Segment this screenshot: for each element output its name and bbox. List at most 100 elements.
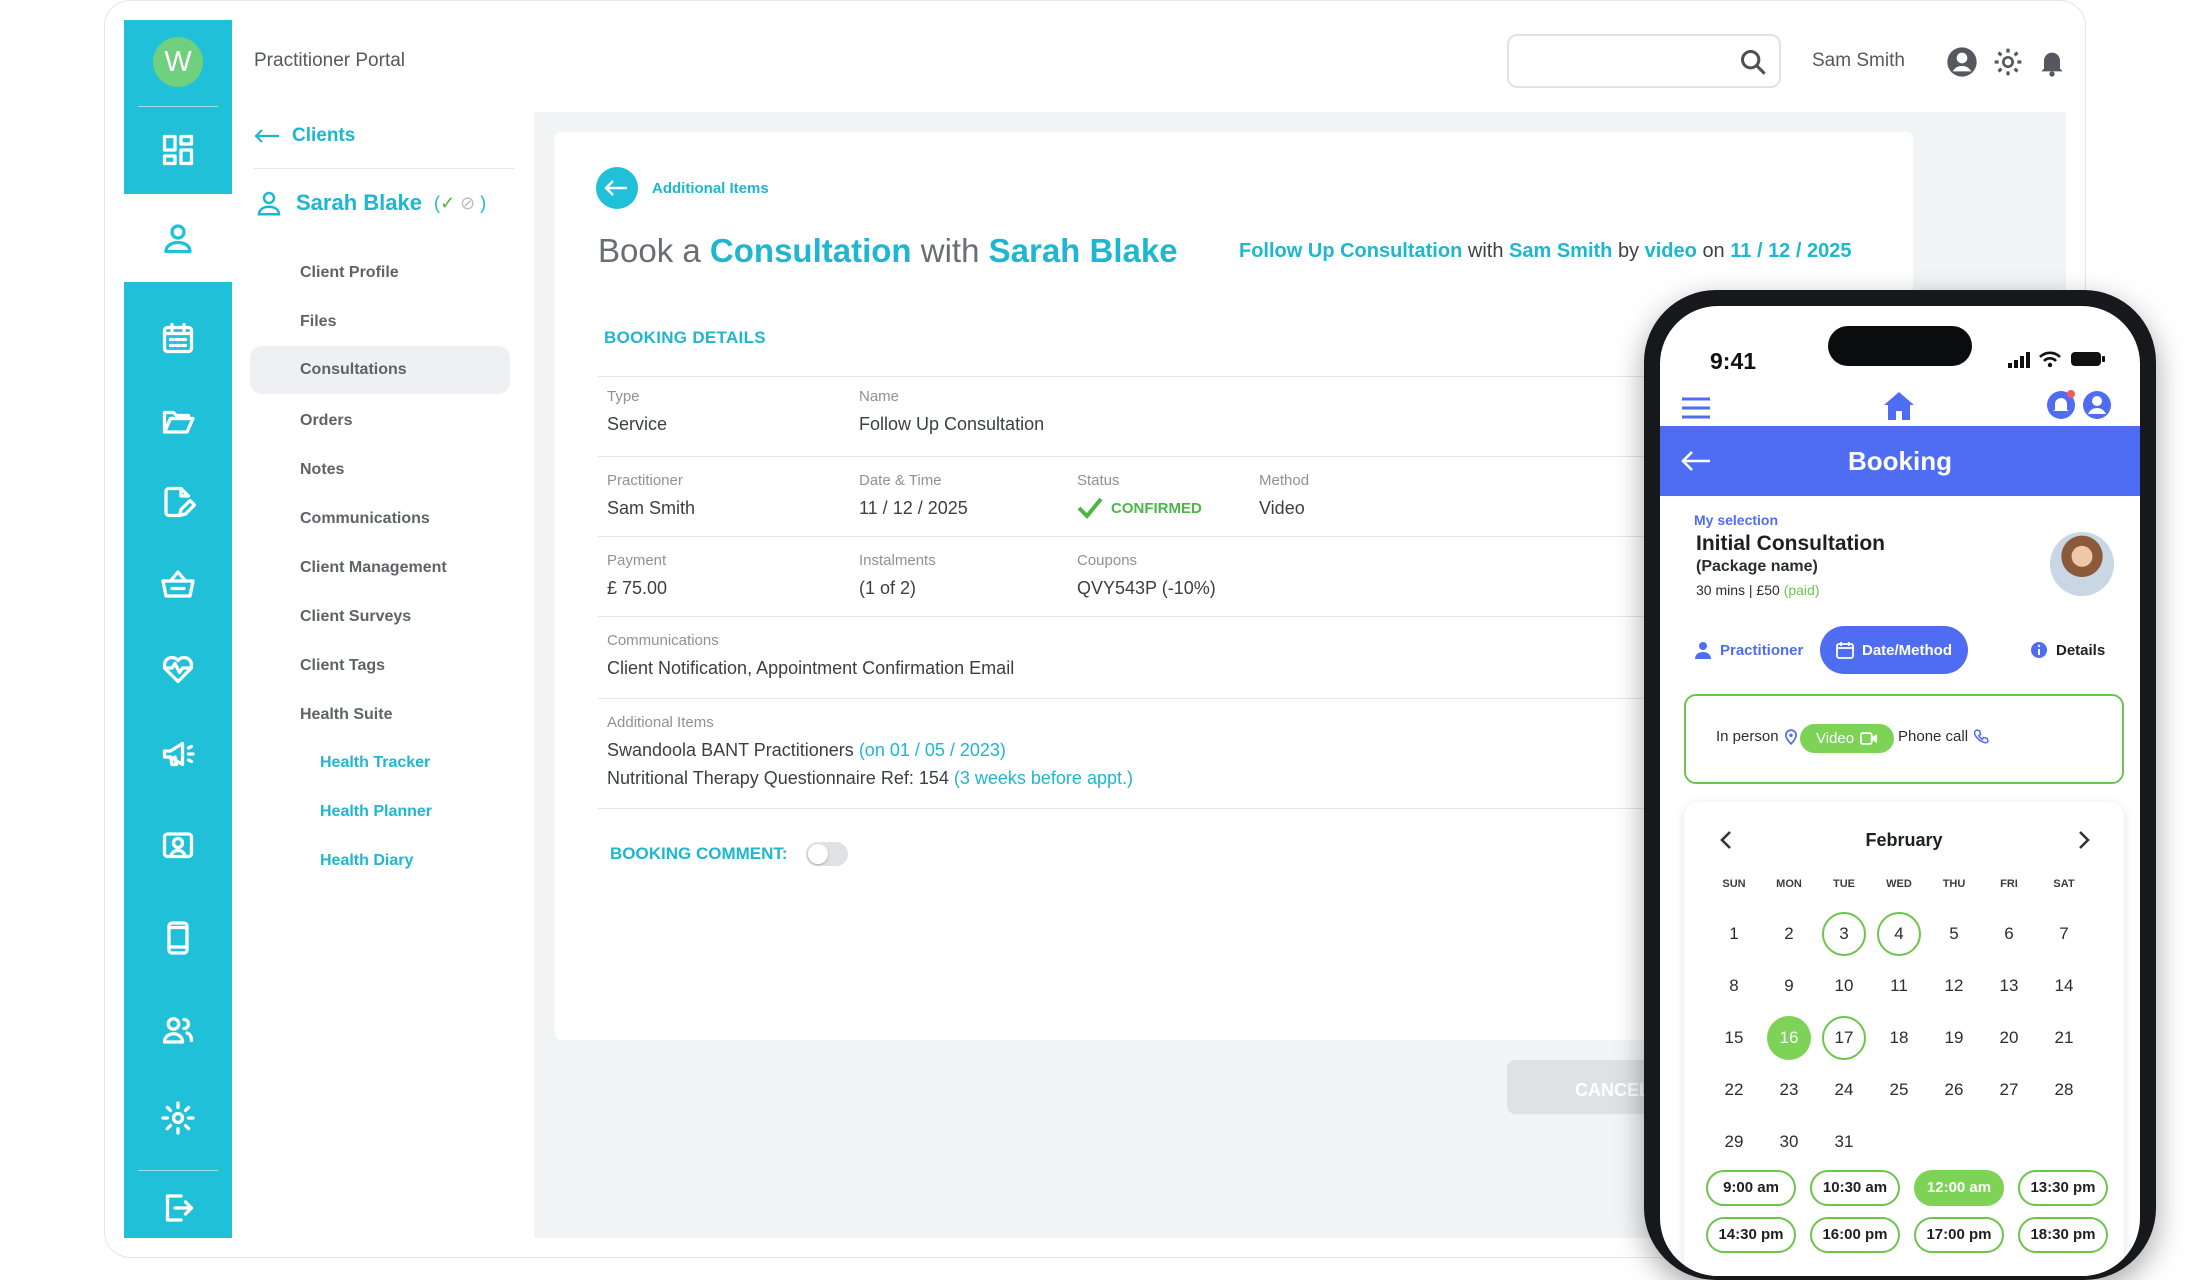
menu-consultations[interactable]: Consultations xyxy=(250,346,510,394)
summary-method: video xyxy=(1644,240,1697,262)
profile-icon[interactable] xyxy=(2082,390,2112,420)
time-slot[interactable]: 9:00 am xyxy=(1706,1170,1796,1206)
additional-item-1: Swandoola BANT Practitioners (on 01 / 05… xyxy=(607,740,1006,761)
menu-client-tags[interactable]: Client Tags xyxy=(300,657,385,675)
contact-card-icon[interactable] xyxy=(124,814,232,878)
calendar-day[interactable]: 10 xyxy=(1822,964,1866,1008)
basket-icon[interactable] xyxy=(124,552,232,616)
calendar-day[interactable]: 26 xyxy=(1932,1068,1976,1112)
team-icon[interactable] xyxy=(124,998,232,1062)
hamburger-menu-icon[interactable] xyxy=(1680,396,1712,420)
settings-icon[interactable] xyxy=(124,1086,232,1150)
calendar-day[interactable]: 2 xyxy=(1767,912,1811,956)
menu-client-management[interactable]: Client Management xyxy=(300,559,447,577)
notification-icon[interactable] xyxy=(2046,390,2076,420)
datetime-label: Date & Time xyxy=(859,472,942,489)
search-input[interactable] xyxy=(1507,34,1781,88)
menu-files[interactable]: Files xyxy=(300,313,336,331)
back-to-clients-link[interactable]: Clients xyxy=(254,125,355,147)
calendar-day[interactable]: 30 xyxy=(1767,1120,1811,1164)
person-icon xyxy=(1695,642,1711,659)
booking-comment-toggle[interactable] xyxy=(805,842,848,866)
method-in-person[interactable]: In person xyxy=(1716,728,1797,745)
check-icon xyxy=(1077,497,1103,519)
calendar-day[interactable]: 29 xyxy=(1712,1120,1756,1164)
menu-health-planner[interactable]: Health Planner xyxy=(320,803,432,821)
account-icon[interactable] xyxy=(1946,46,1978,78)
calendar-day[interactable]: 17 xyxy=(1822,1016,1866,1060)
method-video[interactable]: Video xyxy=(1800,724,1895,753)
menu-client-profile[interactable]: Client Profile xyxy=(300,264,399,282)
calendar-day[interactable]: 6 xyxy=(1987,912,2031,956)
signal-icon xyxy=(2008,352,2030,368)
mobile-icon[interactable] xyxy=(124,906,232,970)
calendar-day[interactable]: 21 xyxy=(2042,1016,2086,1060)
booking-comment: BOOKING COMMENT: xyxy=(610,842,848,866)
time-slot[interactable]: 14:30 pm xyxy=(1706,1217,1796,1253)
calendar-day-selected[interactable]: 16 xyxy=(1767,1016,1811,1060)
next-month-button[interactable] xyxy=(2074,828,2094,852)
calendar-day[interactable]: 12 xyxy=(1932,964,1976,1008)
time-slot[interactable]: 13:30 pm xyxy=(2018,1170,2108,1206)
time-slot[interactable]: 18:30 pm xyxy=(2018,1217,2108,1253)
back-button[interactable] xyxy=(596,167,638,209)
time-slot[interactable]: 17:00 pm xyxy=(1914,1217,2004,1253)
phone-mockup: 9:41 Booking My selection Initial Consul… xyxy=(1644,290,2156,1280)
calendar-day[interactable]: 31 xyxy=(1822,1120,1866,1164)
clients-icon[interactable] xyxy=(124,194,232,282)
time-slot[interactable]: 16:00 pm xyxy=(1810,1217,1900,1253)
calendar-icon[interactable] xyxy=(124,306,232,370)
duration-price: 30 mins | £50 (paid) xyxy=(1696,582,1819,598)
calendar-day[interactable]: 22 xyxy=(1712,1068,1756,1112)
dashboard-icon[interactable] xyxy=(124,118,232,182)
calendar-day[interactable]: 11 xyxy=(1877,964,1921,1008)
calendar-day[interactable]: 3 xyxy=(1822,912,1866,956)
calendar-day[interactable]: 19 xyxy=(1932,1016,1976,1060)
calendar-day[interactable]: 15 xyxy=(1712,1016,1756,1060)
calendar-day[interactable]: 14 xyxy=(2042,964,2086,1008)
calendar-day[interactable]: 27 xyxy=(1987,1068,2031,1112)
calendar-day[interactable]: 25 xyxy=(1877,1068,1921,1112)
method-phone-call[interactable]: Phone call xyxy=(1898,728,1989,745)
no-link-icon: ⊘ xyxy=(455,192,481,213)
additional-items-link[interactable]: Additional Items xyxy=(652,180,769,197)
edit-document-icon[interactable] xyxy=(124,470,232,534)
menu-communications[interactable]: Communications xyxy=(300,510,430,528)
tab-date-method[interactable]: Date/Method xyxy=(1820,626,1968,674)
calendar-day[interactable]: 28 xyxy=(2042,1068,2086,1112)
health-heart-icon[interactable] xyxy=(124,636,232,700)
tab-practitioner[interactable]: Practitioner xyxy=(1694,626,1803,674)
time-slot-selected[interactable]: 12:00 am xyxy=(1914,1170,2004,1206)
calendar-day[interactable]: 8 xyxy=(1712,964,1756,1008)
menu-health-tracker[interactable]: Health Tracker xyxy=(320,754,430,772)
menu-client-surveys[interactable]: Client Surveys xyxy=(300,608,411,626)
megaphone-icon[interactable] xyxy=(124,722,232,786)
calendar-day[interactable]: 24 xyxy=(1822,1068,1866,1112)
home-icon[interactable] xyxy=(1882,390,1916,422)
menu-health-diary[interactable]: Health Diary xyxy=(320,852,413,870)
calendar-day[interactable]: 1 xyxy=(1712,912,1756,956)
calendar-day[interactable]: 23 xyxy=(1767,1068,1811,1112)
wifi-icon xyxy=(2039,351,2061,368)
tab-details[interactable]: Details xyxy=(2030,626,2105,674)
logout-icon[interactable] xyxy=(124,1176,232,1240)
calendar-day[interactable]: 5 xyxy=(1932,912,1976,956)
folder-icon[interactable] xyxy=(124,388,232,452)
gear-icon[interactable] xyxy=(1992,46,2024,78)
bell-icon[interactable] xyxy=(2036,46,2068,78)
calendar-day[interactable]: 7 xyxy=(2042,912,2086,956)
calendar-day[interactable]: 13 xyxy=(1987,964,2031,1008)
communications-value: Client Notification, Appointment Confirm… xyxy=(607,658,1015,678)
practitioner-label: Practitioner xyxy=(607,472,683,489)
time-slot[interactable]: 10:30 am xyxy=(1810,1170,1900,1206)
menu-orders[interactable]: Orders xyxy=(300,412,352,430)
calendar-day[interactable]: 20 xyxy=(1987,1016,2031,1060)
search-icon xyxy=(1740,49,1766,75)
payment-value: £ 75.00 xyxy=(607,578,668,598)
calendar-day[interactable]: 18 xyxy=(1877,1016,1921,1060)
menu-health-suite[interactable]: Health Suite xyxy=(300,706,392,724)
app-logo[interactable]: W xyxy=(153,37,203,87)
calendar-day[interactable]: 9 xyxy=(1767,964,1811,1008)
menu-notes[interactable]: Notes xyxy=(300,461,344,479)
calendar-day[interactable]: 4 xyxy=(1877,912,1921,956)
